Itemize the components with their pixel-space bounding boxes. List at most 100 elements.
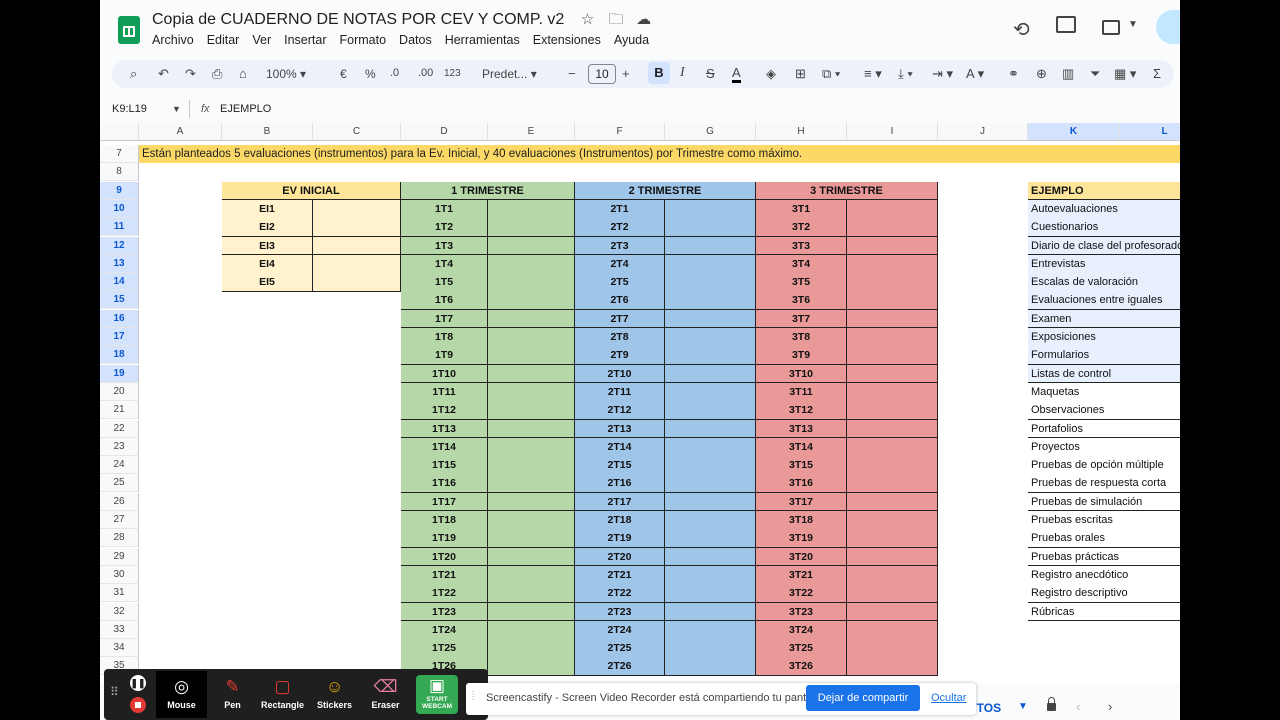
row-header-26[interactable]: 26 (100, 492, 139, 511)
trimestre-1-code-cell[interactable]: 1T21 (401, 565, 488, 585)
ev-inicial-code-cell[interactable]: EI4 (222, 254, 313, 274)
text-wrapping-icon[interactable]: ⇥ ▾ (932, 66, 953, 82)
trimestre-1-code-cell[interactable]: 1T25 (401, 639, 488, 658)
decrease-decimal-button[interactable]: .0 (390, 67, 399, 79)
menu-item-1[interactable]: Editar (207, 33, 240, 47)
trimestre-1-code-cell[interactable]: 1T1 (401, 199, 488, 219)
trimestre-3-empty-cell[interactable] (847, 199, 938, 219)
trimestre-2-empty-cell[interactable] (665, 620, 756, 640)
drag-handle-icon[interactable]: ⠿ (110, 685, 119, 699)
trimestre-1-empty-cell[interactable] (488, 620, 575, 640)
trimestre-3-code-cell[interactable]: 3T15 (756, 456, 847, 475)
trimestre-2-empty-cell[interactable] (665, 529, 756, 549)
paint-format-icon[interactable]: ⌂ (239, 66, 247, 81)
ejemplo-item[interactable]: Pruebas de simulación (1028, 492, 1180, 512)
ejemplo-header[interactable]: EJEMPLO (1028, 181, 1180, 201)
ejemplo-item[interactable]: Entrevistas (1028, 254, 1180, 274)
ev-inicial-empty-cell[interactable] (313, 218, 401, 237)
trimestre-2-empty-cell[interactable] (665, 309, 756, 329)
ev-inicial-code-cell[interactable]: EI5 (222, 273, 313, 292)
ejemplo-item[interactable]: Autoevaluaciones (1028, 199, 1180, 219)
row-header-9[interactable]: 9 (100, 181, 139, 200)
ejemplo-item[interactable]: Portafolios (1028, 419, 1180, 439)
trimestre-2-code-cell[interactable]: 2T10 (575, 364, 665, 384)
text-color-button[interactable]: A (732, 66, 741, 83)
sheets-logo-icon[interactable] (118, 16, 140, 44)
version-history-icon[interactable]: ⟲ (1013, 17, 1030, 42)
trimestre-2-empty-cell[interactable] (665, 511, 756, 530)
trimestre-3-code-cell[interactable]: 3T14 (756, 437, 847, 457)
hide-link[interactable]: Ocultar (931, 692, 966, 704)
trimestre-1-empty-cell[interactable] (488, 401, 575, 420)
trimestre-2-code-cell[interactable]: 2T23 (575, 602, 665, 622)
row-header-10[interactable]: 10 (100, 199, 139, 218)
trimestre-1-empty-cell[interactable] (488, 364, 575, 384)
trimestre-1-empty-cell[interactable] (488, 565, 575, 585)
column-header-l[interactable]: L (1120, 123, 1180, 141)
row-header-18[interactable]: 18 (100, 346, 139, 365)
trimestre-1-code-cell[interactable]: 1T2 (401, 218, 488, 237)
trimestre-2-empty-cell[interactable] (665, 401, 756, 420)
trimestre-1-empty-cell[interactable] (488, 437, 575, 457)
trimestre-2-empty-cell[interactable] (665, 547, 756, 567)
fill-color-icon[interactable]: ◈ (766, 66, 776, 82)
comments-icon[interactable] (1056, 16, 1076, 33)
zoom-select[interactable]: 100% ▾ (266, 67, 306, 81)
ejemplo-item[interactable]: Escalas de valoración (1028, 273, 1180, 292)
percent-format-button[interactable]: % (365, 67, 376, 81)
column-header-g[interactable]: G (665, 123, 756, 141)
column-header-j[interactable]: J (938, 123, 1028, 141)
trimestre-3-code-cell[interactable]: 3T11 (756, 382, 847, 402)
ejemplo-item[interactable]: Maquetas (1028, 382, 1180, 402)
trimestre-1-empty-cell[interactable] (488, 328, 575, 347)
row-header-12[interactable]: 12 (100, 236, 139, 255)
trimestre-2-code-cell[interactable]: 2T12 (575, 401, 665, 420)
trimestre-2-code-cell[interactable]: 2T26 (575, 657, 665, 677)
trimestre-1-empty-cell[interactable] (488, 419, 575, 439)
trimestre-1-code-cell[interactable]: 1T17 (401, 492, 488, 512)
row-header-29[interactable]: 29 (100, 547, 139, 566)
bold-button[interactable]: B (648, 62, 670, 84)
ejemplo-item[interactable]: Evaluaciones entre iguales (1028, 291, 1180, 311)
trimestre-2-empty-cell[interactable] (665, 584, 756, 603)
formula-input[interactable]: EJEMPLO (220, 103, 271, 115)
merge-cells-icon[interactable]: ⧉ ▾ (822, 66, 840, 82)
trimestre-1-code-cell[interactable]: 1T3 (401, 236, 488, 256)
trimestre-3-empty-cell[interactable] (847, 419, 938, 439)
trimestre-2-code-cell[interactable]: 2T6 (575, 291, 665, 311)
row-header-14[interactable]: 14 (100, 273, 139, 292)
trimestre-3-code-cell[interactable]: 3T10 (756, 364, 847, 384)
trimestre-2-code-cell[interactable]: 2T8 (575, 328, 665, 347)
column-header-a[interactable]: A (139, 123, 222, 141)
trimestre-3-empty-cell[interactable] (847, 602, 938, 622)
row-header-11[interactable]: 11 (100, 218, 139, 237)
trimestre-1-empty-cell[interactable] (488, 639, 575, 658)
ev-inicial-code-cell[interactable]: EI2 (222, 218, 313, 237)
column-header-d[interactable]: D (401, 123, 488, 141)
trimestre-2-code-cell[interactable]: 2T13 (575, 419, 665, 439)
trimestre-3-code-cell[interactable]: 3T12 (756, 401, 847, 420)
undo-icon[interactable]: ↶ (158, 66, 169, 82)
row-header-13[interactable]: 13 (100, 254, 139, 273)
menu-item-4[interactable]: Formato (340, 33, 387, 47)
row-header-31[interactable]: 31 (100, 584, 139, 603)
share-button[interactable] (1156, 10, 1180, 44)
trimestre-1-code-cell[interactable]: 1T4 (401, 254, 488, 274)
trimestre-1-code-cell[interactable]: 1T5 (401, 273, 488, 292)
row-header-8[interactable]: 8 (100, 163, 139, 182)
row-header-23[interactable]: 23 (100, 437, 139, 456)
vertical-align-icon[interactable]: ⤓ ▾ (898, 66, 913, 82)
ejemplo-item[interactable]: Examen (1028, 309, 1180, 329)
stop-recording-icon[interactable] (130, 697, 146, 713)
trimestre-1-empty-cell[interactable] (488, 382, 575, 402)
redo-icon[interactable]: ↷ (185, 66, 196, 82)
header-ev-inicial[interactable]: EV INICIAL (222, 181, 401, 201)
castify-tool-1[interactable]: ✎ Pen (207, 671, 258, 718)
increase-decimal-button[interactable]: .00 (418, 67, 433, 79)
trimestre-2-code-cell[interactable]: 2T4 (575, 254, 665, 274)
trimestre-1-code-cell[interactable]: 1T11 (401, 382, 488, 402)
trimestre-1-empty-cell[interactable] (488, 309, 575, 329)
row-header-25[interactable]: 25 (100, 474, 139, 493)
row-header-34[interactable]: 34 (100, 639, 139, 658)
trimestre-3-code-cell[interactable]: 3T23 (756, 602, 847, 622)
